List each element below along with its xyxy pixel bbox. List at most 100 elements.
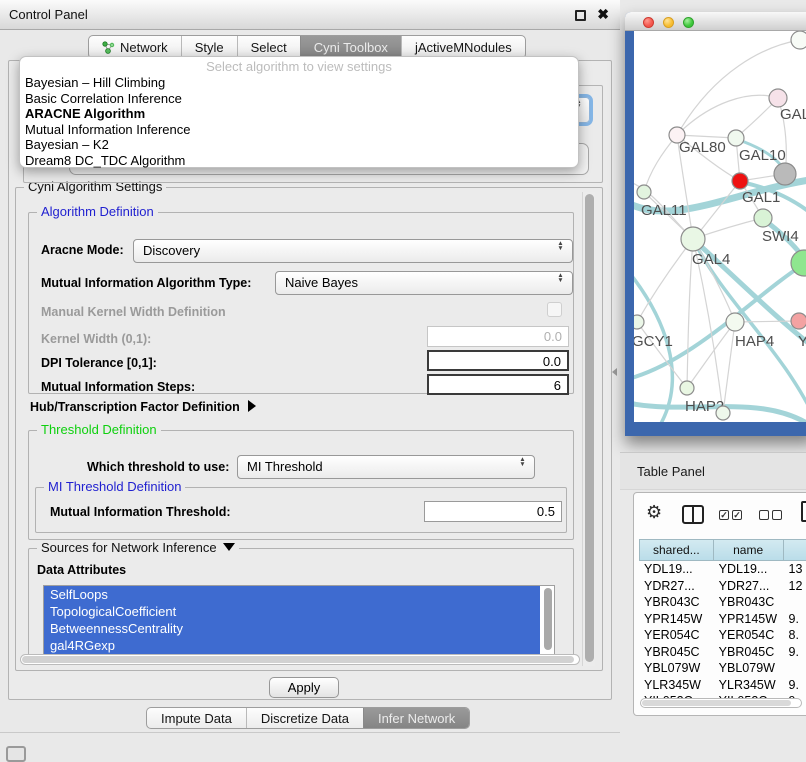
settings-vertical-scrollbar[interactable] — [582, 192, 595, 666]
attribute-selfloops[interactable]: SelfLoops — [44, 586, 540, 603]
table-row[interactable]: YDR27...YDR27...12 — [639, 578, 806, 595]
close-traffic-light[interactable] — [643, 17, 654, 28]
mi-algorithm-type-value: Naive Bayes — [285, 275, 358, 290]
minimize-traffic-light[interactable] — [663, 17, 674, 28]
scrollbar-thumb[interactable] — [22, 656, 574, 663]
table-horizontal-scrollbar[interactable] — [640, 698, 802, 708]
new-table-icon[interactable] — [801, 501, 806, 522]
dpi-tolerance-label: DPI Tolerance [0,1]: — [41, 356, 157, 370]
attribute-gal4rgexp[interactable]: gal4RGexp — [44, 637, 540, 654]
table-panel-titlebar: Table Panel — [620, 452, 806, 490]
close-icon[interactable]: ✖ — [597, 6, 609, 23]
checked-checkbox-icon[interactable]: ✓ — [732, 510, 742, 520]
manual-kernel-width-checkbox[interactable] — [547, 302, 562, 317]
bottom-tab-bar: Impute Data Discretize Data Infer Networ… — [146, 707, 470, 729]
columns-icon[interactable] — [682, 505, 704, 524]
node-gal11[interactable] — [637, 185, 651, 199]
node-gray[interactable] — [774, 163, 796, 185]
table-row[interactable]: YBR043CYBR043C — [639, 594, 806, 611]
table-row[interactable]: YBL079WYBL079W — [639, 660, 806, 677]
unchecked-checkbox-icon[interactable] — [772, 510, 782, 520]
node-partial-bottom[interactable] — [716, 406, 730, 420]
scrollbar-thumb[interactable] — [642, 700, 791, 706]
table-row[interactable]: YBR045CYBR045C9. — [639, 644, 806, 661]
algorithm-option-dream8[interactable]: Dream8 DC_TDC Algorithm — [20, 153, 578, 169]
data-attributes-label: Data Attributes — [37, 563, 126, 577]
minimized-panel-icon[interactable] — [6, 746, 26, 762]
hub-definition-section[interactable]: Hub/Transcription Factor Definition — [30, 398, 256, 416]
float-window-icon[interactable] — [575, 10, 586, 21]
algorithm-option-basic-correlation[interactable]: Basic Correlation Inference — [20, 91, 578, 107]
node-gal10[interactable] — [728, 130, 744, 146]
table-cell: 12 — [784, 578, 806, 595]
table-cell: YPR145W — [714, 611, 784, 628]
attributes-vertical-scrollbar[interactable] — [544, 588, 552, 650]
settings-horizontal-scrollbar[interactable] — [20, 654, 580, 665]
table-cell: 13 — [784, 561, 806, 578]
table-column-header[interactable] — [784, 539, 806, 561]
checked-checkbox-icon[interactable]: ✓ — [719, 510, 729, 520]
mi-steps-input[interactable]: 6 — [427, 374, 569, 395]
table-cell: YBR045C — [714, 644, 784, 661]
tab-cyni-toolbox[interactable]: Cyni Toolbox — [300, 36, 401, 58]
which-threshold-combobox[interactable]: MI Threshold ▲▼ — [237, 455, 535, 479]
node-partial-top[interactable] — [791, 31, 806, 49]
table-row[interactable]: YDL19...YDL19...13 — [639, 561, 806, 578]
tab-style[interactable]: Style — [181, 36, 237, 58]
network-edge[interactable] — [677, 135, 736, 138]
tab-jactivemnodules[interactable]: jActiveMNodules — [401, 36, 525, 58]
apply-button[interactable]: Apply — [269, 677, 339, 698]
table-column-header[interactable]: shared... — [639, 539, 714, 561]
data-attributes-list[interactable]: SelfLoops TopologicalCoefficient Between… — [43, 585, 555, 655]
node-gal1[interactable] — [732, 173, 748, 189]
network-canvas-svg: GALGAL80GAL10GAL1GAL11SWI4GAL4GCY1HAP4YH… — [634, 31, 806, 422]
network-edge[interactable] — [735, 321, 799, 322]
attribute-betweennesscentrality[interactable]: BetweennessCentrality — [44, 620, 540, 637]
sources-group-title[interactable]: Sources for Network Inference — [37, 540, 239, 555]
algorithm-option-bayesian-hill-climbing[interactable]: Bayesian – Hill Climbing — [20, 75, 578, 91]
tab-discretize-data[interactable]: Discretize Data — [246, 708, 363, 728]
table-row[interactable]: YLR345WYLR345W9. — [639, 677, 806, 694]
which-threshold-value: MI Threshold — [247, 459, 323, 474]
gear-icon[interactable]: ⚙ — [646, 502, 662, 523]
algorithm-option-bayesian-k2[interactable]: Bayesian – K2 — [20, 137, 578, 153]
tab-infer-network[interactable]: Infer Network — [363, 708, 469, 728]
tab-select[interactable]: Select — [237, 36, 300, 58]
unchecked-checkbox-icon[interactable] — [759, 510, 769, 520]
node-hap2[interactable] — [680, 381, 694, 395]
algorithm-option-aracne[interactable]: ARACNE Algorithm — [20, 106, 578, 122]
node-salmon[interactable] — [791, 313, 806, 329]
dpi-tolerance-input[interactable]: 0.0 — [427, 350, 569, 371]
network-edge[interactable] — [677, 95, 778, 135]
table-cell: 9. — [784, 677, 806, 694]
network-edge[interactable] — [637, 239, 693, 322]
table-header-row: shared...name — [639, 539, 806, 561]
tab-impute-data-label: Impute Data — [161, 711, 232, 726]
zoom-traffic-light[interactable] — [683, 17, 694, 28]
node-gal-pink[interactable] — [769, 89, 787, 107]
combo-spinner-icon: ▲▼ — [556, 242, 565, 251]
attribute-topologicalcoefficient[interactable]: TopologicalCoefficient — [44, 603, 540, 620]
network-node-label: Y — [798, 333, 806, 350]
mi-algorithm-type-combobox[interactable]: Naive Bayes ▲▼ — [275, 271, 573, 295]
mi-threshold-input[interactable]: 0.5 — [424, 501, 562, 522]
kernel-width-input[interactable]: 0.0 — [427, 326, 569, 347]
node-hap4[interactable] — [726, 313, 744, 331]
network-edge[interactable] — [644, 135, 677, 192]
scrollbar-thumb[interactable] — [585, 194, 594, 662]
panel-splitter-handle[interactable] — [612, 368, 617, 376]
collapse-arrow-icon — [223, 543, 235, 551]
algorithm-option-mutual-information[interactable]: Mutual Information Inference — [20, 122, 578, 138]
network-canvas[interactable]: GALGAL80GAL10GAL1GAL11SWI4GAL4GCY1HAP4YH… — [634, 31, 806, 422]
table-cell: YPR145W — [639, 611, 714, 628]
table-column-header[interactable]: name — [714, 539, 784, 561]
table-row[interactable]: YER054CYER054C8. — [639, 627, 806, 644]
table-cell: YBR043C — [714, 594, 784, 611]
tab-impute-data[interactable]: Impute Data — [147, 708, 246, 728]
node-gcy1[interactable] — [634, 315, 644, 329]
table-row[interactable]: YPR145WYPR145W9. — [639, 611, 806, 628]
tab-network[interactable]: Network — [89, 36, 181, 58]
aracne-mode-combobox[interactable]: Discovery ▲▼ — [133, 239, 573, 263]
node-gal4[interactable] — [681, 227, 705, 251]
node-swi4[interactable] — [754, 209, 772, 227]
